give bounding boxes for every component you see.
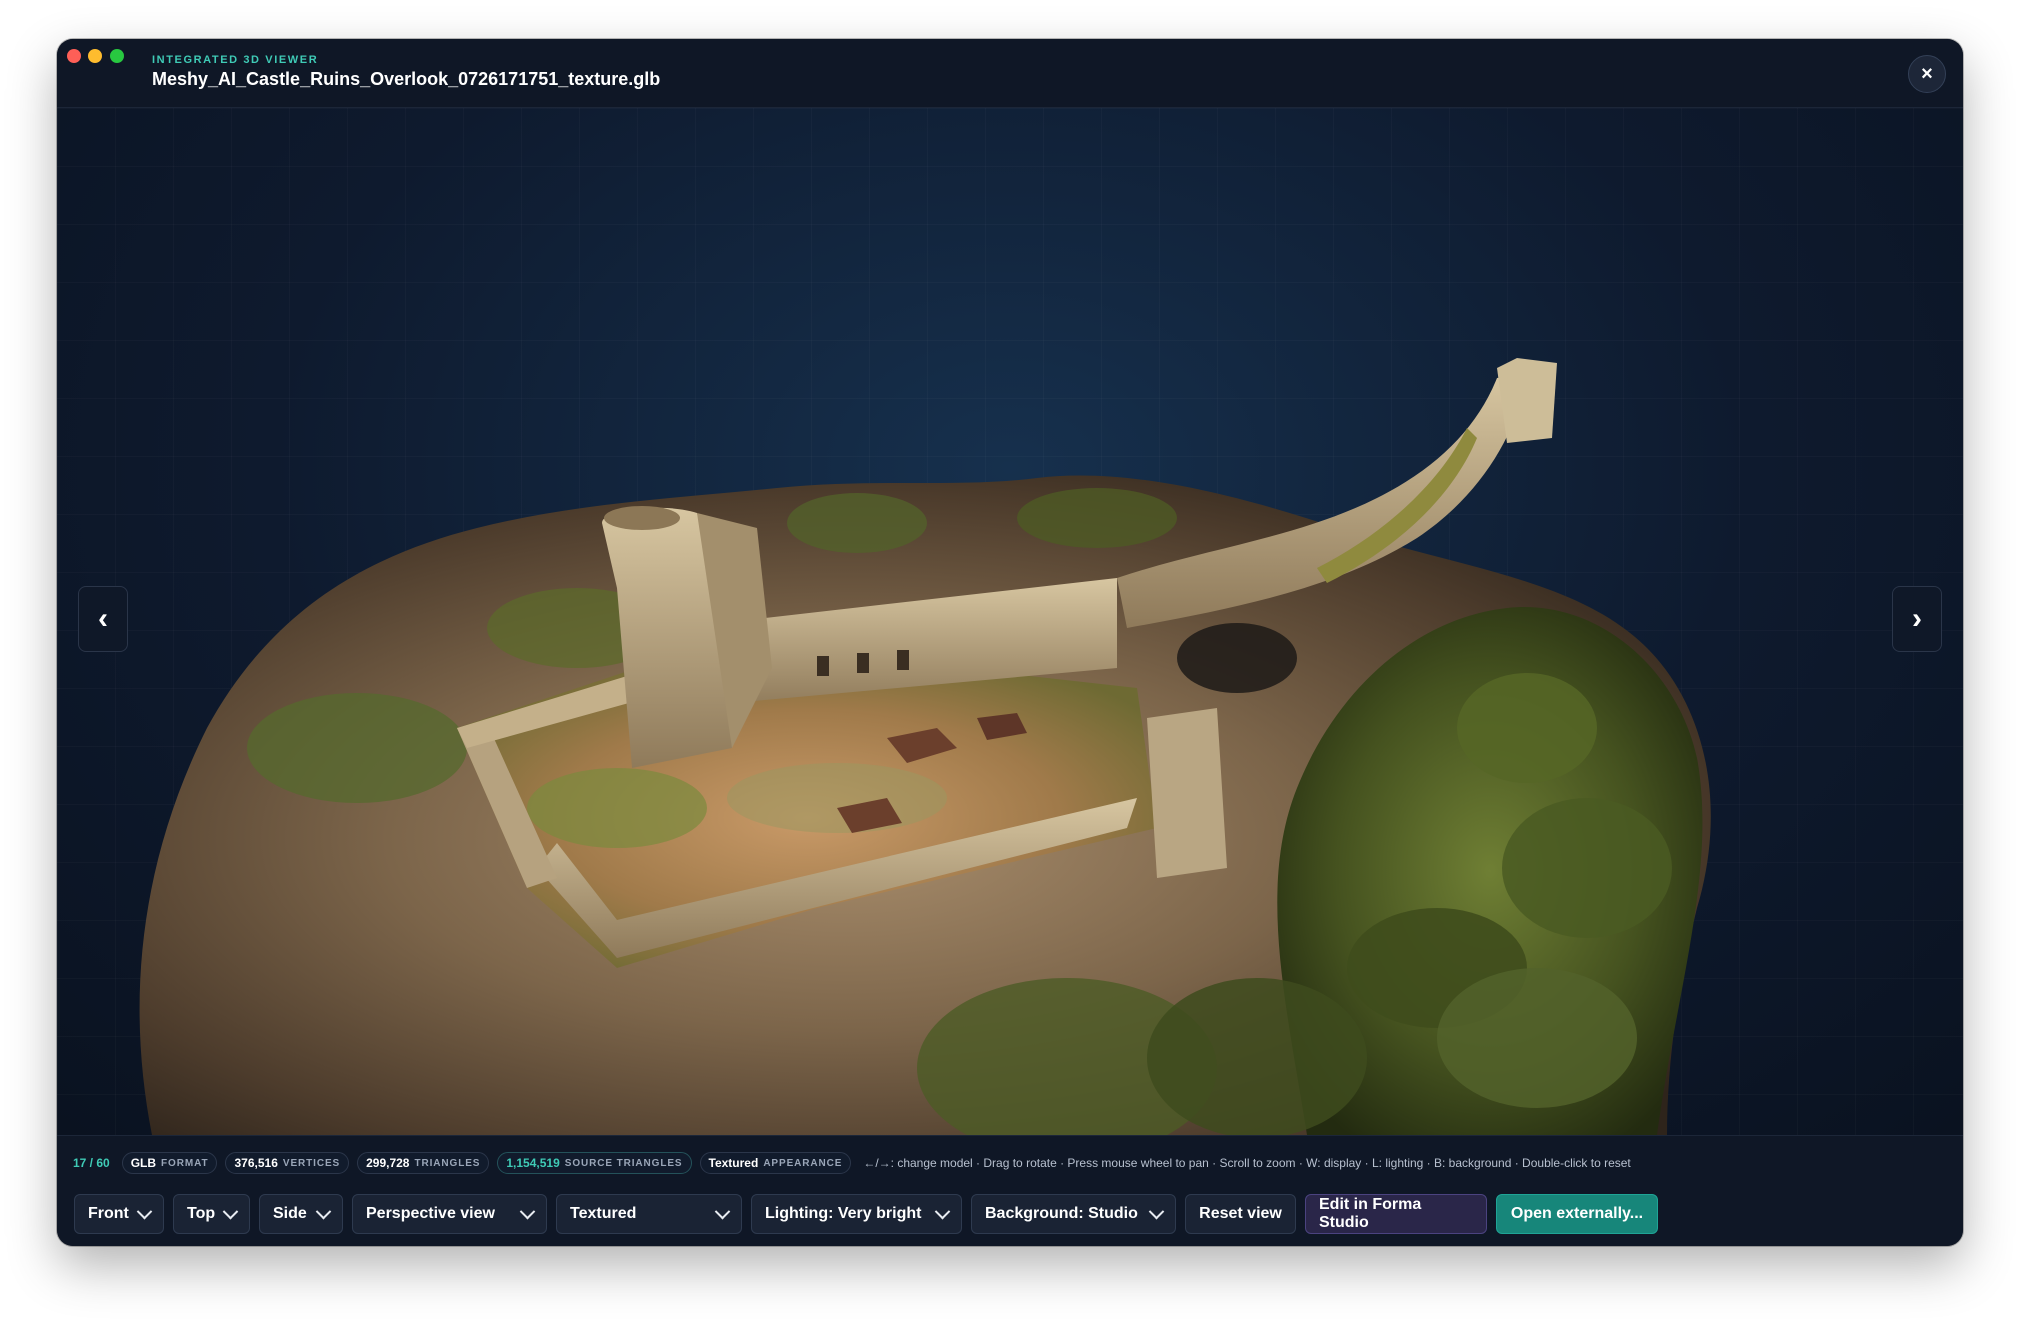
chevron-down-icon [519, 1203, 536, 1219]
background-label: Background: Studio [985, 1205, 1138, 1222]
previous-model-button[interactable]: ‹ [78, 586, 128, 652]
controls-bar: Front Top Side Perspective view Textured… [74, 1194, 1658, 1234]
source-triangles-value: 1,154,519 [506, 1156, 560, 1170]
triangles-chip: 299,728 TRIANGLES [357, 1152, 490, 1174]
side-view-label: Side [273, 1205, 307, 1222]
window-minimize-dot[interactable] [88, 49, 102, 63]
projection-select[interactable]: Perspective view [352, 1194, 547, 1234]
chevron-down-icon [222, 1203, 239, 1219]
appearance-chip: Textured APPEARANCE [699, 1152, 852, 1174]
keyboard-hint: ←/→: change model · Drag to rotate · Pre… [863, 1156, 1631, 1170]
vertices-value: 376,516 [234, 1156, 278, 1170]
source-triangles-chip: 1,154,519 SOURCE TRIANGLES [497, 1152, 692, 1174]
edit-in-forma-button[interactable]: Edit in Forma Studio [1305, 1194, 1487, 1234]
appearance-value: Textured [708, 1156, 759, 1170]
vertices-label: VERTICES [282, 1157, 341, 1169]
window-zoom-dot[interactable] [110, 49, 124, 63]
reset-view-label: Reset view [1199, 1205, 1282, 1222]
format-label: FORMAT [161, 1157, 209, 1169]
chevron-down-icon [1148, 1203, 1165, 1219]
format-value: GLB [130, 1156, 157, 1170]
source-triangles-label: SOURCE TRIANGLES [564, 1157, 683, 1169]
chevron-right-icon: › [1912, 602, 1922, 635]
file-title: Meshy_AI_Castle_Ruins_Overlook_072617175… [152, 69, 661, 89]
triangles-label: TRIANGLES [414, 1157, 481, 1169]
chevron-down-icon [934, 1203, 951, 1219]
display-mode-select[interactable]: Textured [556, 1194, 742, 1234]
appearance-label: APPEARANCE [763, 1157, 843, 1169]
top-view-label: Top [187, 1205, 216, 1222]
triangles-value: 299,728 [366, 1156, 410, 1170]
side-view-dropdown[interactable]: Side [259, 1194, 343, 1234]
viewer-kicker: INTEGRATED 3D VIEWER [152, 54, 319, 66]
3d-viewport[interactable]: ‹ › [57, 108, 1963, 1135]
background-select[interactable]: Background: Studio [971, 1194, 1176, 1234]
close-button[interactable]: × [1908, 55, 1946, 93]
reset-view-button[interactable]: Reset view [1185, 1194, 1296, 1234]
vertices-chip: 376,516 VERTICES [225, 1152, 350, 1174]
chevron-down-icon [714, 1203, 731, 1219]
display-mode-label: Textured [570, 1205, 637, 1222]
viewer-window: INTEGRATED 3D VIEWER Meshy_AI_Castle_Rui… [57, 39, 1963, 1246]
top-view-dropdown[interactable]: Top [173, 1194, 250, 1234]
next-model-button[interactable]: › [1892, 586, 1942, 652]
chevron-left-icon: ‹ [98, 602, 108, 635]
window-close-dot[interactable] [67, 49, 81, 63]
stats-row: 17 / 60 GLB FORMAT 376,516 VERTICES 299,… [73, 1152, 1631, 1174]
front-view-label: Front [88, 1205, 129, 1222]
title-bar: INTEGRATED 3D VIEWER Meshy_AI_Castle_Rui… [57, 39, 1963, 108]
castle-ruins-model[interactable] [57, 108, 1963, 1135]
chevron-down-icon [136, 1203, 153, 1219]
front-view-dropdown[interactable]: Front [74, 1194, 164, 1234]
open-externally-label: Open externally... [1510, 1205, 1644, 1222]
format-chip: GLB FORMAT [121, 1152, 218, 1174]
edit-in-forma-label: Edit in Forma Studio [1319, 1196, 1422, 1231]
model-counter: 17 / 60 [73, 1156, 110, 1170]
lighting-label: Lighting: Very bright [765, 1205, 922, 1222]
viewer-footer: 17 / 60 GLB FORMAT 376,516 VERTICES 299,… [57, 1135, 1963, 1246]
lighting-select[interactable]: Lighting: Very bright [751, 1194, 962, 1234]
projection-label: Perspective view [366, 1205, 495, 1222]
close-icon: × [1921, 62, 1933, 85]
open-externally-button[interactable]: Open externally... [1496, 1194, 1658, 1234]
chevron-down-icon [315, 1203, 332, 1219]
